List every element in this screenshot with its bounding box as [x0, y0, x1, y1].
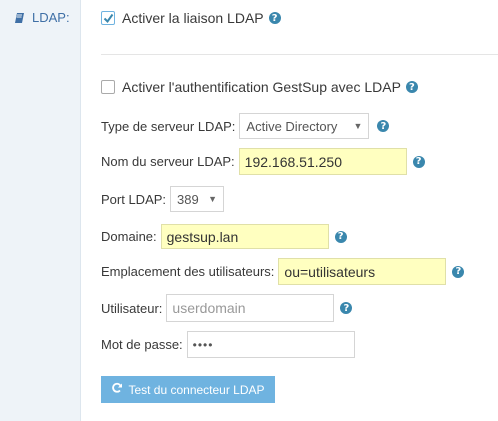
password-row: Mot de passe: ••••	[101, 331, 355, 358]
help-icon[interactable]: ?	[452, 265, 465, 278]
server-type-value: Active Directory	[246, 118, 338, 134]
password-label: Mot de passe:	[101, 337, 183, 352]
section-label-text: LDAP:	[32, 10, 70, 25]
domain-label: Domaine:	[101, 229, 157, 244]
password-input[interactable]: ••••	[186, 331, 355, 358]
test-ldap-button[interactable]: Test du connecteur LDAP	[101, 376, 275, 403]
server-name-row: Nom du serveur LDAP: 192.168.51.250 ?	[101, 148, 425, 175]
enable-ldap-row: Activer la liaison LDAP ?	[101, 10, 281, 26]
dropdown-caret-icon: ▼	[353, 121, 363, 131]
users-location-row: Emplacement des utilisateurs: ou=utilisa…	[101, 258, 465, 285]
port-label: Port LDAP:	[101, 191, 167, 207]
help-icon[interactable]: ?	[334, 230, 347, 243]
domain-input[interactable]: gestsup.lan	[160, 224, 329, 249]
test-ldap-button-label: Test du connecteur LDAP	[128, 382, 265, 397]
users-location-input[interactable]: ou=utilisateurs	[278, 258, 447, 285]
help-icon[interactable]: ?	[340, 302, 353, 314]
enable-ldap-checkbox[interactable]	[101, 11, 115, 25]
help-icon[interactable]: ?	[377, 120, 390, 132]
user-row: Utilisateur: userdomain ?	[101, 294, 353, 322]
checkmark-icon	[103, 13, 113, 23]
enable-auth-label: Activer l'authentification GestSup avec …	[122, 79, 401, 95]
users-location-label: Emplacement des utilisateurs:	[101, 264, 275, 279]
enable-auth-row: Activer l'authentification GestSup avec …	[101, 79, 418, 95]
domain-row: Domaine: gestsup.lan ?	[101, 224, 347, 249]
help-icon[interactable]: ?	[412, 155, 425, 168]
divider	[101, 54, 498, 55]
server-name-label: Nom du serveur LDAP:	[101, 154, 235, 169]
port-row: Port LDAP: 389 ▼	[101, 186, 225, 212]
port-select[interactable]: 389 ▼	[170, 186, 225, 212]
server-type-row: Type de serveur LDAP: Active Directory ▼…	[101, 113, 390, 139]
server-type-label: Type de serveur LDAP:	[101, 118, 236, 134]
dropdown-caret-icon: ▼	[208, 194, 218, 204]
refresh-icon	[111, 382, 123, 397]
section-label: LDAP:	[14, 10, 70, 25]
book-icon	[14, 12, 26, 24]
port-value: 389	[177, 191, 199, 207]
enable-auth-checkbox[interactable]	[101, 80, 115, 94]
user-label: Utilisateur:	[101, 300, 163, 316]
help-icon[interactable]: ?	[405, 81, 418, 93]
server-name-input[interactable]: 192.168.51.250	[238, 148, 407, 175]
server-type-select[interactable]: Active Directory ▼	[239, 113, 370, 139]
enable-ldap-label: Activer la liaison LDAP	[122, 10, 264, 26]
user-input[interactable]: userdomain	[166, 294, 335, 322]
help-icon[interactable]: ?	[268, 12, 281, 24]
left-label-column: LDAP:	[0, 0, 81, 421]
